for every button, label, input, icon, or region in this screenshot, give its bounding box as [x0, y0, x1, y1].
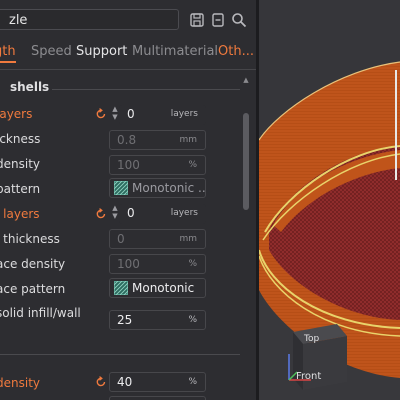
top-shell-thickness-label: ickness: [0, 132, 41, 146]
settings-tabs: gth Speed Support Multimaterial Oth...: [0, 44, 256, 66]
scrollbar-thumb[interactable]: [243, 113, 249, 210]
top-pattern-value: Monotonic ...: [132, 181, 206, 195]
solid-infill-wall-label: solid infill/wall: [0, 306, 81, 320]
unit-label: mm: [179, 234, 197, 244]
tab-strength[interactable]: gth: [0, 44, 16, 63]
tab-multimaterial[interactable]: Multimaterial: [132, 44, 218, 59]
reset-icon[interactable]: [95, 208, 107, 220]
tab-support[interactable]: Support: [76, 44, 127, 59]
search-row: zle: [0, 8, 256, 34]
bottom-shell-layers-input[interactable]: 0 layers: [119, 204, 206, 224]
tab-divider: [0, 69, 256, 70]
top-shell-layers-input[interactable]: 0 layers: [119, 105, 206, 125]
bottom-pattern-value: Monotonic: [132, 281, 195, 295]
top-shell-thickness-input[interactable]: 0.8 mm: [109, 130, 206, 150]
search-icon[interactable]: [231, 12, 247, 28]
infill-density-input[interactable]: 40 %: [109, 372, 206, 392]
top-pattern-select[interactable]: Monotonic ...: [109, 178, 206, 198]
3d-viewport[interactable]: Top Front: [259, 0, 400, 400]
top-density-input[interactable]: 100 %: [109, 155, 206, 175]
solid-infill-wall-value: 25: [117, 313, 133, 327]
bottom-shell-thickness-label: l thickness: [0, 232, 60, 246]
bottom-density-input[interactable]: 100 %: [109, 254, 206, 274]
bottom-shell-layers-value: 0: [127, 206, 135, 220]
unit-label: %: [188, 377, 197, 387]
top-shell-layers-label: layers: [0, 107, 33, 121]
top-density-label: density: [0, 157, 40, 171]
monotonic-pattern-icon: [114, 281, 128, 295]
bottom-density-label: ace density: [0, 257, 66, 271]
reset-icon[interactable]: [95, 108, 107, 120]
bottom-pattern-label: ace pattern: [0, 282, 66, 296]
unit-label: %: [188, 160, 197, 170]
bottom-density-value: 100: [117, 257, 140, 271]
view-cube-front-label[interactable]: Front: [296, 371, 321, 382]
section-shells-title: shells: [10, 80, 50, 94]
bottom-pattern-select[interactable]: Monotonic: [109, 278, 206, 298]
unit-label: layers: [170, 109, 198, 119]
bottom-shell-thickness-value: 0: [117, 232, 125, 246]
infill-density-label: density: [0, 376, 40, 390]
section-rule: [0, 354, 240, 355]
view-cube-top-label[interactable]: Top: [304, 334, 319, 344]
scroll-up-icon[interactable]: ▲: [242, 76, 250, 84]
top-pattern-label: pattern: [0, 182, 41, 196]
monotonic-pattern-icon: [114, 181, 128, 195]
bottom-shell-layers-label: l layers: [0, 207, 40, 221]
bottom-shell-thickness-input[interactable]: 0 mm: [109, 229, 206, 249]
infill-density-value: 40: [117, 375, 133, 389]
save-icon[interactable]: [189, 12, 205, 28]
unit-label: %: [188, 259, 197, 269]
view-cube[interactable]: Top Front: [287, 320, 353, 390]
unit-label: %: [188, 315, 197, 325]
next-setting-input[interactable]: [109, 396, 206, 400]
delete-icon[interactable]: [210, 12, 226, 28]
tab-others[interactable]: Oth...: [218, 44, 254, 59]
solid-infill-wall-input[interactable]: 25 %: [109, 310, 206, 330]
settings-panel: zle gth Speed Support Multimaterial Oth.…: [0, 0, 256, 400]
reset-icon[interactable]: [95, 376, 107, 388]
section-rule: [52, 89, 240, 90]
top-shell-layers-value: 0: [127, 107, 135, 121]
unit-label: mm: [179, 135, 197, 145]
unit-label: layers: [170, 208, 198, 218]
tab-speed[interactable]: Speed: [31, 44, 72, 59]
top-density-value: 100: [117, 158, 140, 172]
search-input[interactable]: zle: [0, 9, 179, 30]
top-shell-thickness-value: 0.8: [117, 133, 137, 147]
